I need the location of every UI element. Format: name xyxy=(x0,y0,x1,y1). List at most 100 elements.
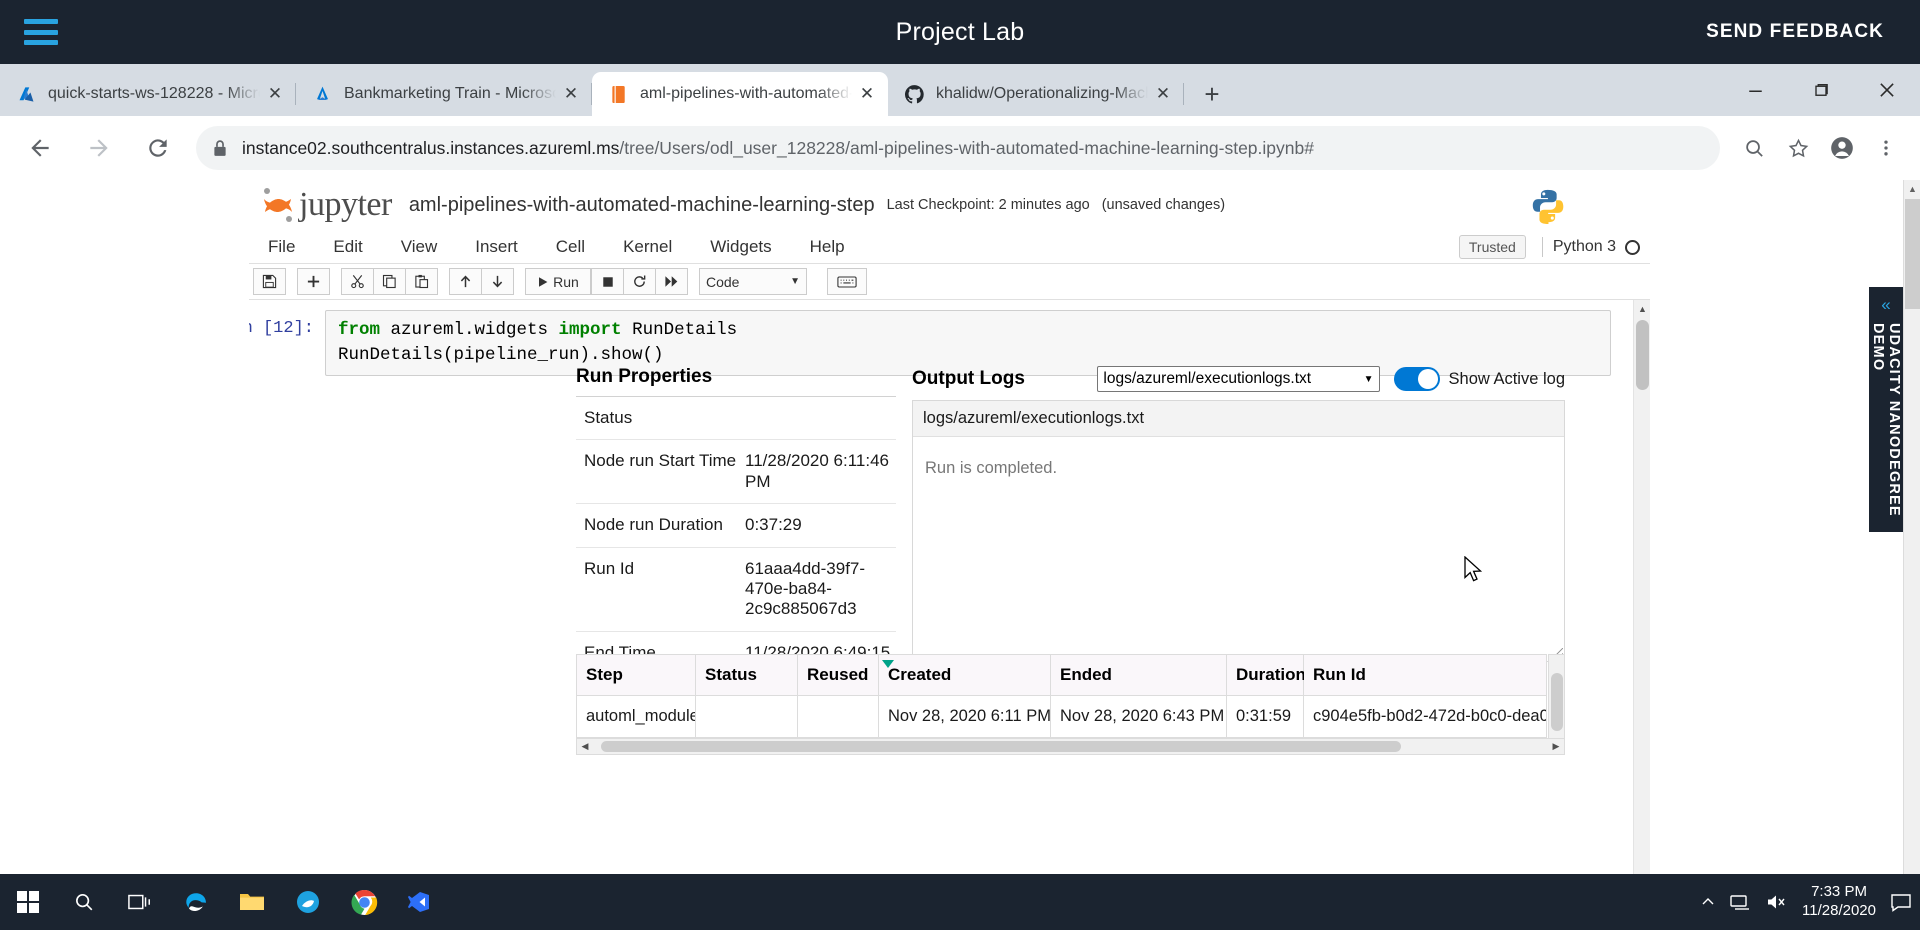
edge-icon[interactable] xyxy=(168,874,224,930)
send-feedback-button[interactable]: SEND FEEDBACK xyxy=(1706,21,1884,43)
scroll-up-arrow-icon[interactable]: ▲ xyxy=(1904,180,1920,197)
save-disk-icon[interactable] xyxy=(253,268,286,295)
menu-file[interactable]: File xyxy=(249,230,314,264)
menu-view[interactable]: View xyxy=(382,230,457,264)
notebook-title[interactable]: aml-pipelines-with-automated-machine-lea… xyxy=(409,194,875,217)
close-icon[interactable]: ✕ xyxy=(856,83,878,105)
minimize-button[interactable] xyxy=(1722,64,1788,116)
steps-table-horizontal-scrollbar[interactable]: ◀ ▶ xyxy=(576,738,1565,755)
run-button[interactable]: Run xyxy=(525,268,591,295)
toggle-knob xyxy=(1417,369,1438,389)
plus-icon[interactable] xyxy=(297,268,330,295)
taskbar-clock[interactable]: 7:33 PM 11/28/2020 xyxy=(1802,883,1876,921)
browser-tab-active[interactable]: aml-pipelines-with-automated-m ✕ xyxy=(592,72,888,116)
show-active-log-toggle[interactable] xyxy=(1393,367,1440,391)
scroll-left-arrow-icon[interactable]: ◀ xyxy=(577,739,593,754)
menu-cell[interactable]: Cell xyxy=(537,230,604,264)
menu-kernel[interactable]: Kernel xyxy=(604,230,691,264)
arrow-down-icon[interactable] xyxy=(481,268,514,295)
close-icon[interactable]: ✕ xyxy=(1152,83,1174,105)
task-view-icon[interactable] xyxy=(112,874,168,930)
column-header-duration[interactable]: Duration xyxy=(1226,654,1306,696)
start-windows-icon[interactable] xyxy=(0,874,56,930)
browser-tab[interactable]: khalidw/Operationalizing-Machi ✕ xyxy=(888,72,1184,116)
jupyter-logo-icon xyxy=(258,186,298,224)
new-tab-button[interactable]: + xyxy=(1192,74,1232,114)
notifications-icon[interactable] xyxy=(1890,893,1912,912)
close-icon[interactable]: ✕ xyxy=(560,83,582,105)
cell-type-select[interactable]: Code ▼ xyxy=(699,268,807,295)
tab-title: quick-starts-ws-128228 - Microso xyxy=(48,85,260,102)
keyboard-icon[interactable] xyxy=(827,268,867,295)
forward-arrow-icon[interactable] xyxy=(75,124,123,172)
menu-edit[interactable]: Edit xyxy=(314,230,381,264)
stop-square-icon[interactable] xyxy=(591,268,624,295)
property-value: 11/28/2020 6:11:46 PM xyxy=(739,439,896,505)
arrow-up-icon[interactable] xyxy=(449,268,482,295)
column-header-reused[interactable]: Reused xyxy=(797,654,879,696)
chevron-up-icon[interactable] xyxy=(1700,894,1716,910)
log-viewer[interactable]: logs/azureml/executionlogs.txt Run is co… xyxy=(912,400,1565,662)
menu-insert[interactable]: Insert xyxy=(456,230,537,264)
scrollbar-track[interactable] xyxy=(593,739,1548,754)
column-header-ended[interactable]: Ended xyxy=(1050,654,1227,696)
search-zoom-icon[interactable] xyxy=(1732,126,1776,170)
notebook-scrollbar[interactable]: ▲ ▼ xyxy=(1633,300,1650,900)
browser-tab[interactable]: Bankmarketing Train - Microsoft ✕ xyxy=(296,72,592,116)
maximize-restore-button[interactable] xyxy=(1788,64,1854,116)
log-file-select[interactable]: logs/azureml/executionlogs.txt ▼ xyxy=(1097,366,1380,392)
chevron-left-icon[interactable]: « xyxy=(1881,295,1890,315)
vs-code-icon[interactable] xyxy=(392,874,448,930)
chevron-down-icon: ▼ xyxy=(790,276,800,287)
kebab-menu-icon[interactable] xyxy=(1864,126,1908,170)
keyword-import: import xyxy=(558,320,622,340)
account-avatar-icon[interactable] xyxy=(1820,126,1864,170)
column-header-status[interactable]: Status xyxy=(695,654,798,696)
trusted-badge[interactable]: Trusted xyxy=(1458,235,1526,259)
column-header-created[interactable]: Created xyxy=(878,654,1051,696)
column-header-step[interactable]: Step xyxy=(576,654,696,696)
scrollbar-thumb[interactable] xyxy=(1636,320,1649,390)
scrollbar-thumb[interactable] xyxy=(1905,199,1920,309)
scroll-up-arrow-icon[interactable]: ▲ xyxy=(1634,300,1650,317)
browser-blue-icon[interactable] xyxy=(280,874,336,930)
fast-forward-icon[interactable] xyxy=(655,268,688,295)
jupyter-header: jupyter aml-pipelines-with-automated-mac… xyxy=(249,180,1650,230)
chrome-icon[interactable] xyxy=(336,874,392,930)
page-scrollbar[interactable]: ▲ ▼ xyxy=(1903,180,1920,900)
scrollbar-thumb[interactable] xyxy=(1551,673,1563,731)
scrollbar-thumb[interactable] xyxy=(601,741,1401,752)
copy-icon[interactable] xyxy=(373,268,406,295)
column-header-runid[interactable]: Run Id xyxy=(1303,654,1547,696)
table-row[interactable]: automl_module Nov 28, 2020 6:11 PM Nov 2… xyxy=(576,695,1547,738)
cell-status xyxy=(695,695,798,738)
sort-descending-icon xyxy=(882,660,894,668)
file-explorer-icon[interactable] xyxy=(224,874,280,930)
restart-circle-icon[interactable] xyxy=(623,268,656,295)
back-arrow-icon[interactable] xyxy=(16,124,64,172)
address-bar[interactable]: instance02.southcentralus.instances.azur… xyxy=(196,126,1720,170)
scroll-right-arrow-icon[interactable]: ▶ xyxy=(1548,739,1564,754)
jupyter-logo[interactable]: jupyter xyxy=(258,186,392,224)
reload-icon[interactable] xyxy=(134,124,182,172)
code-line-2: RunDetails(pipeline_run).show() xyxy=(338,344,664,365)
kernel-name-label: Python 3 xyxy=(1552,238,1616,255)
table-header-row: Step Status Reused Created Ended Duratio… xyxy=(576,654,1547,696)
search-icon[interactable] xyxy=(56,874,112,930)
udacity-demo-ribbon[interactable]: « UDACITY NANODEGREE DEMO xyxy=(1869,287,1903,532)
output-logs-header: Output Logs logs/azureml/executionlogs.t… xyxy=(912,366,1565,392)
star-icon[interactable] xyxy=(1776,126,1820,170)
scissors-icon[interactable] xyxy=(341,268,374,295)
lab-title: Project Lab xyxy=(895,17,1025,46)
run-label: Run xyxy=(553,273,579,290)
udacity-ribbon-label: UDACITY NANODEGREE DEMO xyxy=(1870,323,1902,517)
menu-widgets[interactable]: Widgets xyxy=(691,230,790,264)
network-icon[interactable] xyxy=(1730,893,1752,911)
volume-mute-icon[interactable] xyxy=(1766,893,1788,911)
close-icon[interactable]: ✕ xyxy=(264,83,286,105)
show-active-log-control[interactable]: Show Active log xyxy=(1393,367,1565,391)
browser-tab[interactable]: quick-starts-ws-128228 - Microso ✕ xyxy=(0,72,296,116)
close-window-button[interactable] xyxy=(1854,64,1920,116)
menu-help[interactable]: Help xyxy=(791,230,864,264)
paste-icon[interactable] xyxy=(405,268,438,295)
